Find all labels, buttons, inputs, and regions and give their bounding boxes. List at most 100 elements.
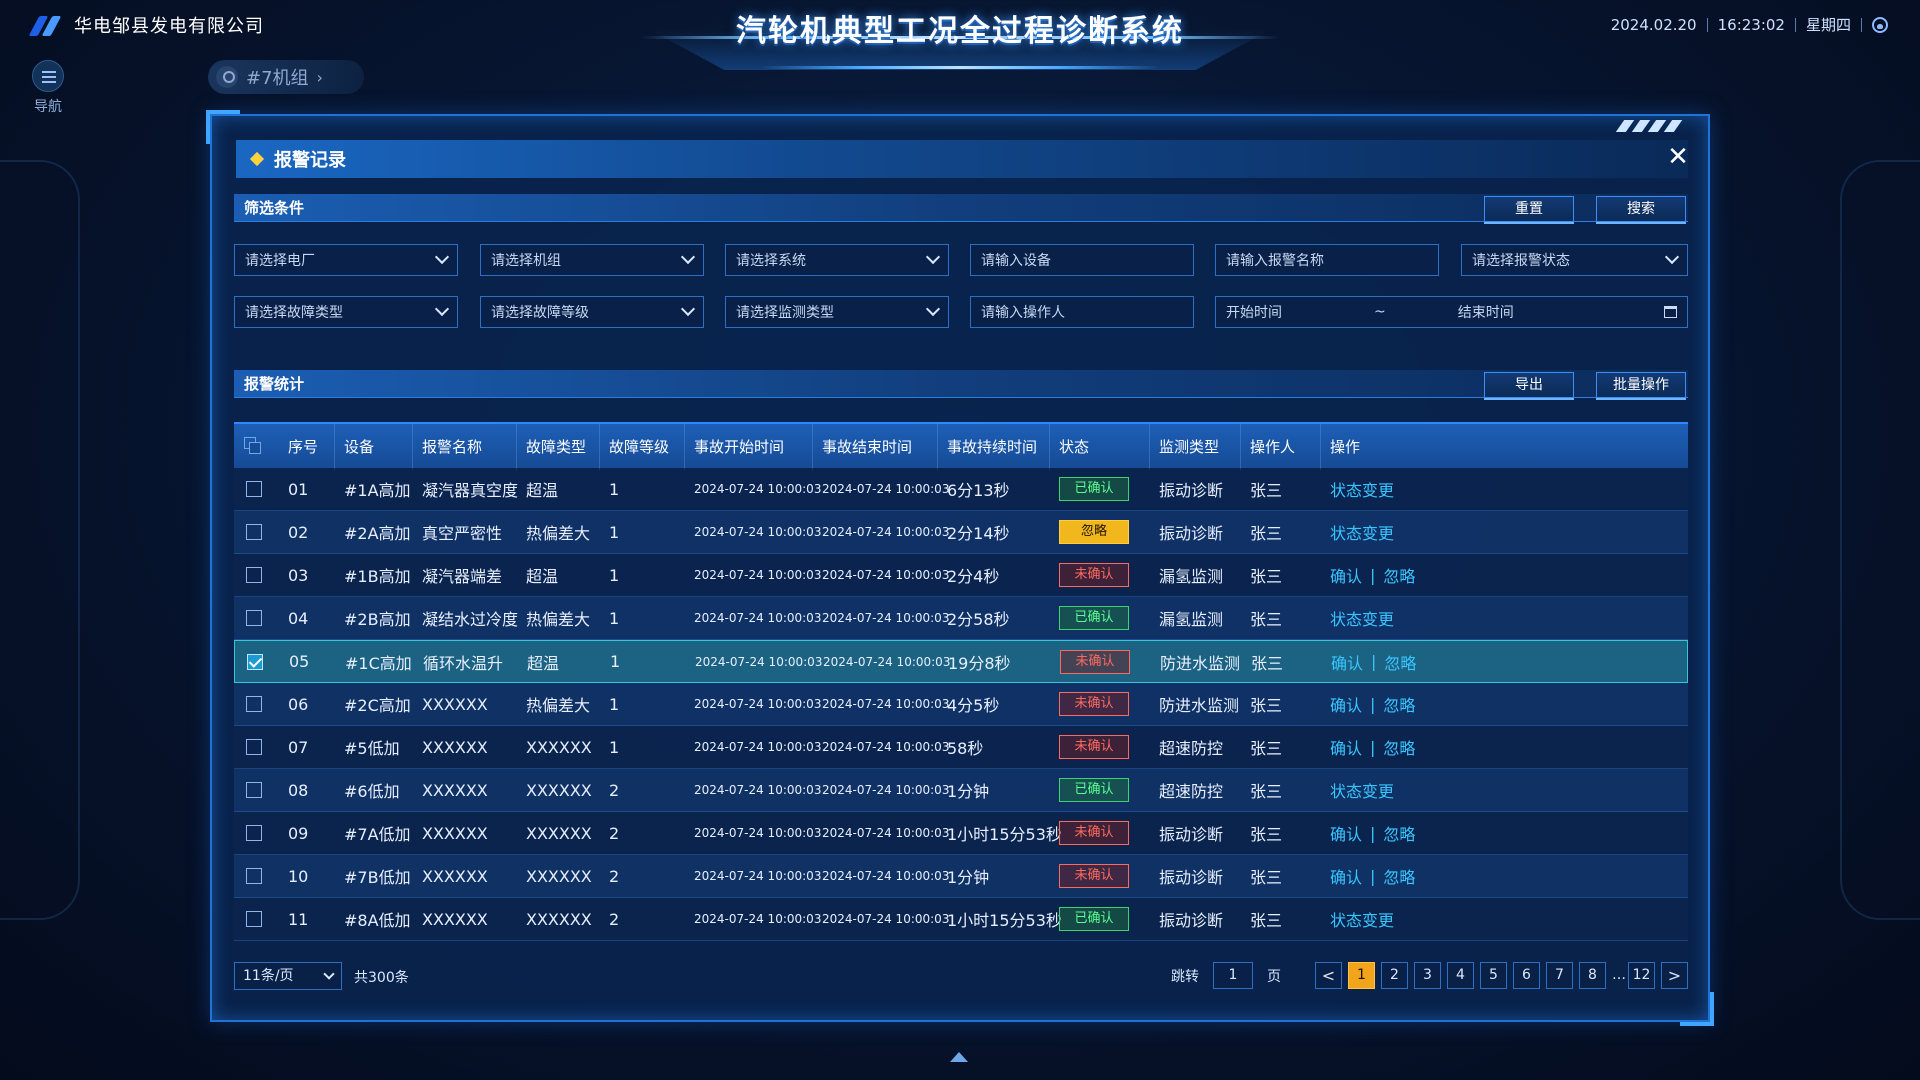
ignore-link[interactable]: 忽略 xyxy=(1383,821,1415,845)
select-all-icon xyxy=(244,437,262,455)
page-ellipsis: … xyxy=(1612,967,1626,983)
page-button[interactable]: 12 xyxy=(1628,962,1655,989)
row-checkbox[interactable] xyxy=(246,524,262,540)
col-monitor-type: 漏氢监测 xyxy=(1159,567,1224,586)
unit-breadcrumb[interactable]: #7机组 › xyxy=(208,60,364,94)
confirm-link[interactable]: 确认 xyxy=(1330,864,1362,888)
row-checkbox[interactable] xyxy=(247,653,263,670)
confirm-link[interactable]: 确认 xyxy=(1330,563,1362,587)
page-button[interactable]: 4 xyxy=(1447,962,1474,989)
row-checkbox[interactable] xyxy=(246,696,262,712)
ignore-link[interactable]: 忽略 xyxy=(1383,692,1415,716)
operator-input[interactable]: 请输入操作人 xyxy=(970,296,1194,328)
confirm-link[interactable]: 确认 xyxy=(1330,735,1362,759)
page-button[interactable]: 8 xyxy=(1579,962,1606,989)
batch-operation-button[interactable]: 批量操作 xyxy=(1596,372,1686,398)
status-badge: 已确认 xyxy=(1059,907,1129,931)
change-status-link[interactable]: 状态变更 xyxy=(1330,907,1394,931)
page-button[interactable]: 1 xyxy=(1348,962,1375,989)
table-row[interactable]: 02 #2A高加 真空严密性 热偏差大 1 2024-07-24 10:00:03 2024… xyxy=(234,511,1688,554)
table-row[interactable]: 08 #6低加 XXXXXX XXXXXX 2 2024-07-24 10:00:03 20… xyxy=(234,769,1688,812)
user-icon[interactable] xyxy=(1872,16,1888,33)
table-row[interactable]: 05 #1C高加 循环水温升 超温 1 2024-07-24 10:00:03 2024-0… xyxy=(234,640,1688,683)
table-row[interactable]: 01 #1A高加 凝汽器真空度 超温 1 2024-07-24 10:00:03 2024-… xyxy=(234,468,1688,511)
ignore-link[interactable]: 忽略 xyxy=(1384,650,1416,674)
select-all-checkbox[interactable] xyxy=(234,424,278,468)
header-col-fault-type: 故障类型 xyxy=(526,437,587,456)
status-badge: 未确认 xyxy=(1059,735,1129,759)
page-size-select[interactable]: 11条/页 xyxy=(234,962,342,990)
table-row[interactable]: 10 #7B低加 XXXXXX XXXXXX 2 2024-07-24 10:00:03 2… xyxy=(234,855,1688,898)
table-row[interactable]: 09 #7A低加 XXXXXX XXXXXX 2 2024-07-24 10:00:03 2… xyxy=(234,812,1688,855)
plant-select[interactable]: 请选择电厂 xyxy=(234,244,458,276)
row-checkbox[interactable] xyxy=(246,782,262,798)
row-checkbox[interactable] xyxy=(246,911,262,927)
col-monitor-type: 振动诊断 xyxy=(1159,868,1224,887)
page-button[interactable]: 2 xyxy=(1381,962,1408,989)
table-row[interactable]: 07 #5低加 XXXXXX XXXXXX 1 2024-07-24 10:00:03 20… xyxy=(234,726,1688,769)
pagination: 11条/页 共300条 跳转 1 页 < 1 2 3 4 5 6 7 8… 12 > xyxy=(234,962,1688,992)
page-button[interactable]: 7 xyxy=(1546,962,1573,989)
fault-type-select[interactable]: 请选择故障类型 xyxy=(234,296,458,328)
next-page-button[interactable]: > xyxy=(1661,962,1688,989)
change-status-link[interactable]: 状态变更 xyxy=(1330,520,1394,544)
jump-page-input[interactable]: 1 xyxy=(1213,962,1253,989)
header-divider xyxy=(1240,424,1241,470)
table-row[interactable]: 11 #8A低加 XXXXXX XXXXXX 2 2024-07-24 10:00:03 2… xyxy=(234,898,1688,941)
monitor-type-select[interactable]: 请选择监测类型 xyxy=(725,296,949,328)
row-checkbox[interactable] xyxy=(246,739,262,755)
col-device: #7A低加 xyxy=(344,825,411,844)
change-status-link[interactable]: 状态变更 xyxy=(1330,778,1394,802)
reset-button[interactable]: 重置 xyxy=(1484,196,1574,222)
unit-select[interactable]: 请选择机组 xyxy=(480,244,704,276)
change-status-link[interactable]: 状态变更 xyxy=(1330,606,1394,630)
col-monitor-type: 漏氢监测 xyxy=(1159,610,1224,629)
table-row[interactable]: 04 #2B高加 凝结水过冷度 热偏差大 1 2024-07-24 10:00:03 202… xyxy=(234,597,1688,640)
fault-level-select[interactable]: 请选择故障等级 xyxy=(480,296,704,328)
page-size-value: 11条/页 xyxy=(243,968,294,984)
row-checkbox[interactable] xyxy=(246,868,262,884)
unit-name: #7机组 xyxy=(246,68,309,89)
row-checkbox[interactable] xyxy=(246,825,262,841)
export-button[interactable]: 导出 xyxy=(1484,372,1574,398)
system-select[interactable]: 请选择系统 xyxy=(725,244,949,276)
table-row[interactable]: 03 #1B高加 凝汽器端差 超温 1 2024-07-24 10:00:03 2024-0… xyxy=(234,554,1688,597)
col-status: 未确认 xyxy=(1049,812,1149,854)
confirm-link[interactable]: 确认 xyxy=(1331,650,1363,674)
row-checkbox[interactable] xyxy=(246,481,262,497)
prev-page-button[interactable]: < xyxy=(1315,962,1342,989)
alarm-name-input[interactable]: 请输入报警名称 xyxy=(1215,244,1439,276)
ignore-link[interactable]: 忽略 xyxy=(1383,735,1415,759)
col-actions: 状态变更 xyxy=(1320,511,1688,553)
col-no: 01 xyxy=(288,479,309,499)
change-status-link[interactable]: 状态变更 xyxy=(1330,477,1394,501)
header-col-alarm-name: 报警名称 xyxy=(422,437,483,456)
col-operator: 张三 xyxy=(1250,610,1283,629)
confirm-link[interactable]: 确认 xyxy=(1330,692,1362,716)
nav-button[interactable]: 导航 xyxy=(28,60,68,116)
time-range-picker[interactable]: 开始时间 ~ 结束时间 xyxy=(1215,296,1688,328)
header-divider xyxy=(1149,424,1150,470)
header-divider xyxy=(937,424,938,470)
col-device: #2A高加 xyxy=(344,524,411,543)
col-operator: 张三 xyxy=(1250,739,1283,758)
alarm-name-placeholder: 请输入报警名称 xyxy=(1226,253,1324,269)
row-checkbox[interactable] xyxy=(246,610,262,626)
device-input[interactable]: 请输入设备 xyxy=(970,244,1194,276)
col-alarm-name: 凝结水过冷度 xyxy=(422,610,519,629)
header-col-operator: 操作人 xyxy=(1250,437,1296,456)
page-button[interactable]: 6 xyxy=(1513,962,1540,989)
col-duration: 6分13秒 xyxy=(947,481,1010,500)
alarm-status-select[interactable]: 请选择报警状态 xyxy=(1461,244,1688,276)
row-checkbox[interactable] xyxy=(246,567,262,583)
confirm-link[interactable]: 确认 xyxy=(1330,821,1362,845)
ignore-link[interactable]: 忽略 xyxy=(1383,563,1415,587)
search-button[interactable]: 搜索 xyxy=(1596,196,1686,222)
page-button[interactable]: 5 xyxy=(1480,962,1507,989)
page-button[interactable]: 3 xyxy=(1414,962,1441,989)
table-row[interactable]: 06 #2C高加 XXXXXX 热偏差大 1 2024-07-24 10:00:03 202… xyxy=(234,683,1688,726)
close-icon[interactable]: ✕ xyxy=(1664,144,1692,172)
col-alarm-name: XXXXXX xyxy=(422,780,488,800)
ignore-link[interactable]: 忽略 xyxy=(1383,864,1415,888)
checkbox xyxy=(234,597,278,639)
